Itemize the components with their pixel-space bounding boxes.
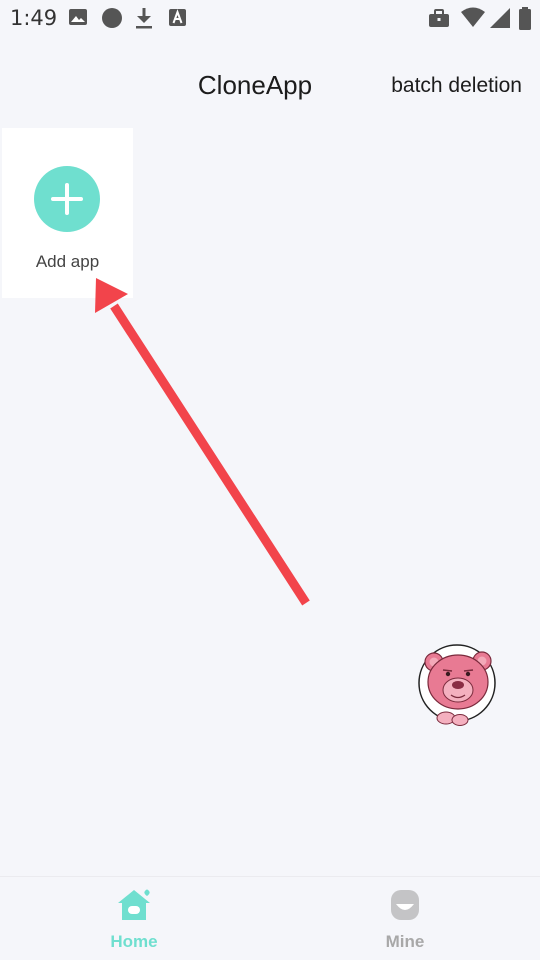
image-icon [68,7,88,32]
nav-mine-label: Mine [385,932,425,951]
a-icon [168,7,188,32]
nav-mine[interactable]: Mine [355,887,455,957]
mine-icon [355,887,455,928]
add-app-label: Add app [35,252,100,271]
briefcase-icon [428,7,450,34]
nav-home[interactable]: Home [84,887,184,957]
status-time: 1:49 [10,6,58,30]
batch-deletion-button[interactable]: batch deletion [391,74,522,98]
add-app-card[interactable]: Add app [2,128,133,298]
clone-app-home-screen: 1:49 CloneApp batch deletion Add app Hom… [0,0,540,960]
signal-icon [489,7,511,34]
home-icon [84,887,184,928]
bottom-navigation: Home Mine [0,876,540,960]
battery-icon [518,7,532,36]
plus-icon[interactable] [34,166,100,232]
pink-bear-avatar-icon[interactable] [418,644,498,732]
nav-home-label: Home [110,932,158,951]
circle-icon [101,7,123,34]
download-icon [134,7,154,34]
page-title: CloneApp [197,70,313,100]
wifi-icon [460,7,486,34]
status-bar: 1:49 [0,0,540,36]
